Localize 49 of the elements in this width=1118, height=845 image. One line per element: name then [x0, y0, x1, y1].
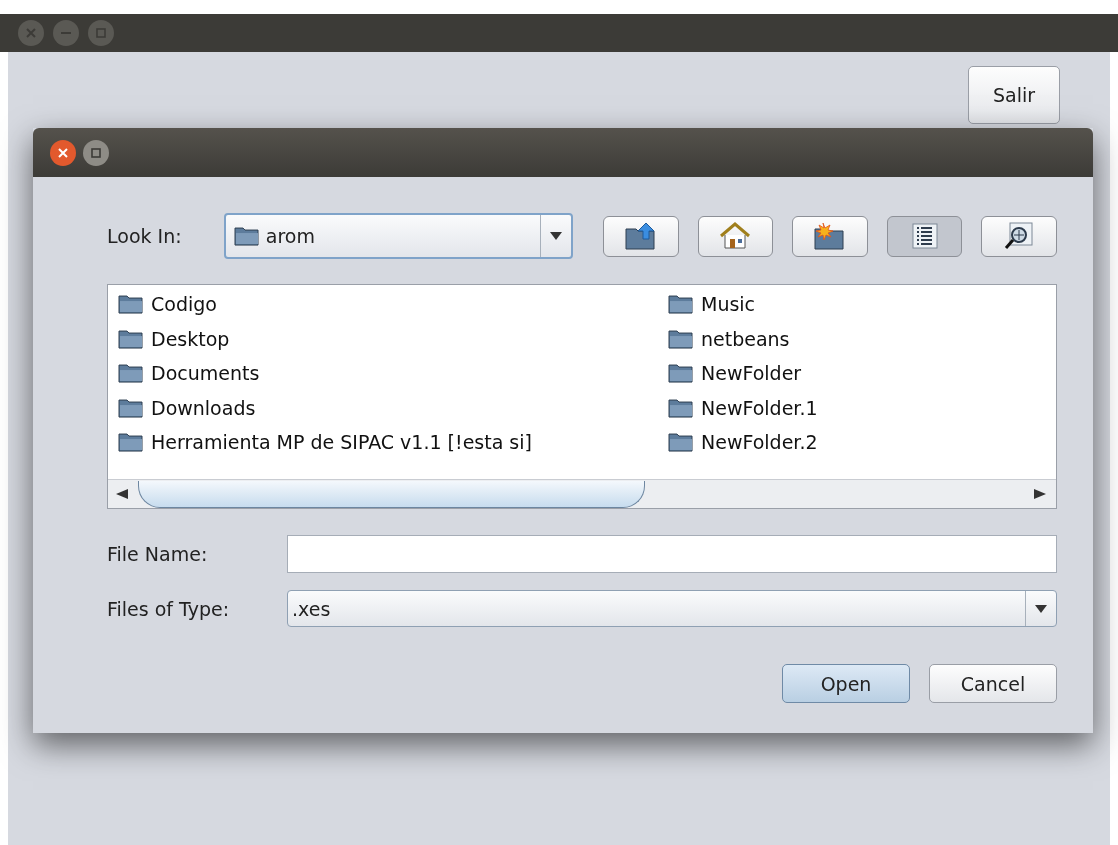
folder-icon — [668, 293, 694, 316]
close-icon — [57, 146, 69, 159]
folder-item[interactable]: NewFolder.2 — [668, 425, 1056, 460]
magnifier-document-icon — [1004, 222, 1035, 250]
folder-item[interactable]: NewFolder.1 — [668, 390, 1056, 425]
horizontal-scrollbar[interactable] — [108, 479, 1056, 508]
file-type-dropdown[interactable]: .xes — [287, 590, 1057, 627]
toolbar-button[interactable] — [792, 215, 868, 257]
folder-item[interactable]: Desktop — [118, 321, 668, 356]
folder-up-icon — [623, 221, 658, 251]
close-button[interactable] — [50, 139, 76, 166]
scroll-right-icon[interactable] — [1032, 489, 1046, 499]
caret-icon — [550, 232, 563, 240]
home-icon — [719, 222, 752, 250]
look-in-dropdown[interactable]: arom — [223, 213, 574, 259]
dialog-button[interactable]: Cancel — [929, 664, 1057, 703]
toolbar-button[interactable] — [886, 215, 963, 257]
folder-item[interactable]: Herramienta MP de SIPAC v1.1 [!esta si] — [118, 425, 668, 460]
folder-icon — [118, 431, 144, 454]
exit-button[interactable]: Salir — [968, 66, 1060, 124]
folder-item[interactable]: Downloads — [118, 390, 668, 425]
folder-icon — [118, 396, 144, 419]
folder-icon — [118, 362, 144, 385]
folder-item[interactable]: Codigo — [118, 287, 668, 322]
folder-icon — [668, 396, 694, 419]
maximize-icon — [95, 27, 107, 39]
look-in-label: Look In: — [107, 225, 183, 247]
folder-item[interactable]: NewFolder — [668, 356, 1056, 391]
caret-icon — [1035, 604, 1047, 613]
folder-icon — [118, 293, 144, 316]
folder-icon — [668, 327, 694, 350]
list-view-icon — [911, 223, 938, 249]
scroll-left-icon[interactable] — [116, 489, 130, 499]
folder-icon — [668, 362, 694, 385]
folder-icon — [668, 431, 694, 454]
file-type-label: Files of Type: — [107, 597, 231, 620]
maximize-button[interactable] — [83, 139, 109, 166]
toolbar-button[interactable] — [981, 215, 1058, 257]
close-icon — [25, 27, 37, 39]
file-name-field[interactable] — [287, 535, 1057, 573]
toolbar-button[interactable] — [603, 215, 679, 257]
dialog-button[interactable]: Open — [782, 664, 910, 703]
folder-item[interactable]: netbeans — [668, 321, 1056, 356]
maximize-icon — [90, 146, 102, 159]
folder-icon — [118, 327, 144, 350]
file-name-label: File Name: — [107, 543, 209, 565]
folder-icon — [233, 224, 260, 248]
folder-item[interactable]: Music — [668, 287, 1056, 322]
folder-item[interactable]: Documents — [118, 356, 668, 391]
